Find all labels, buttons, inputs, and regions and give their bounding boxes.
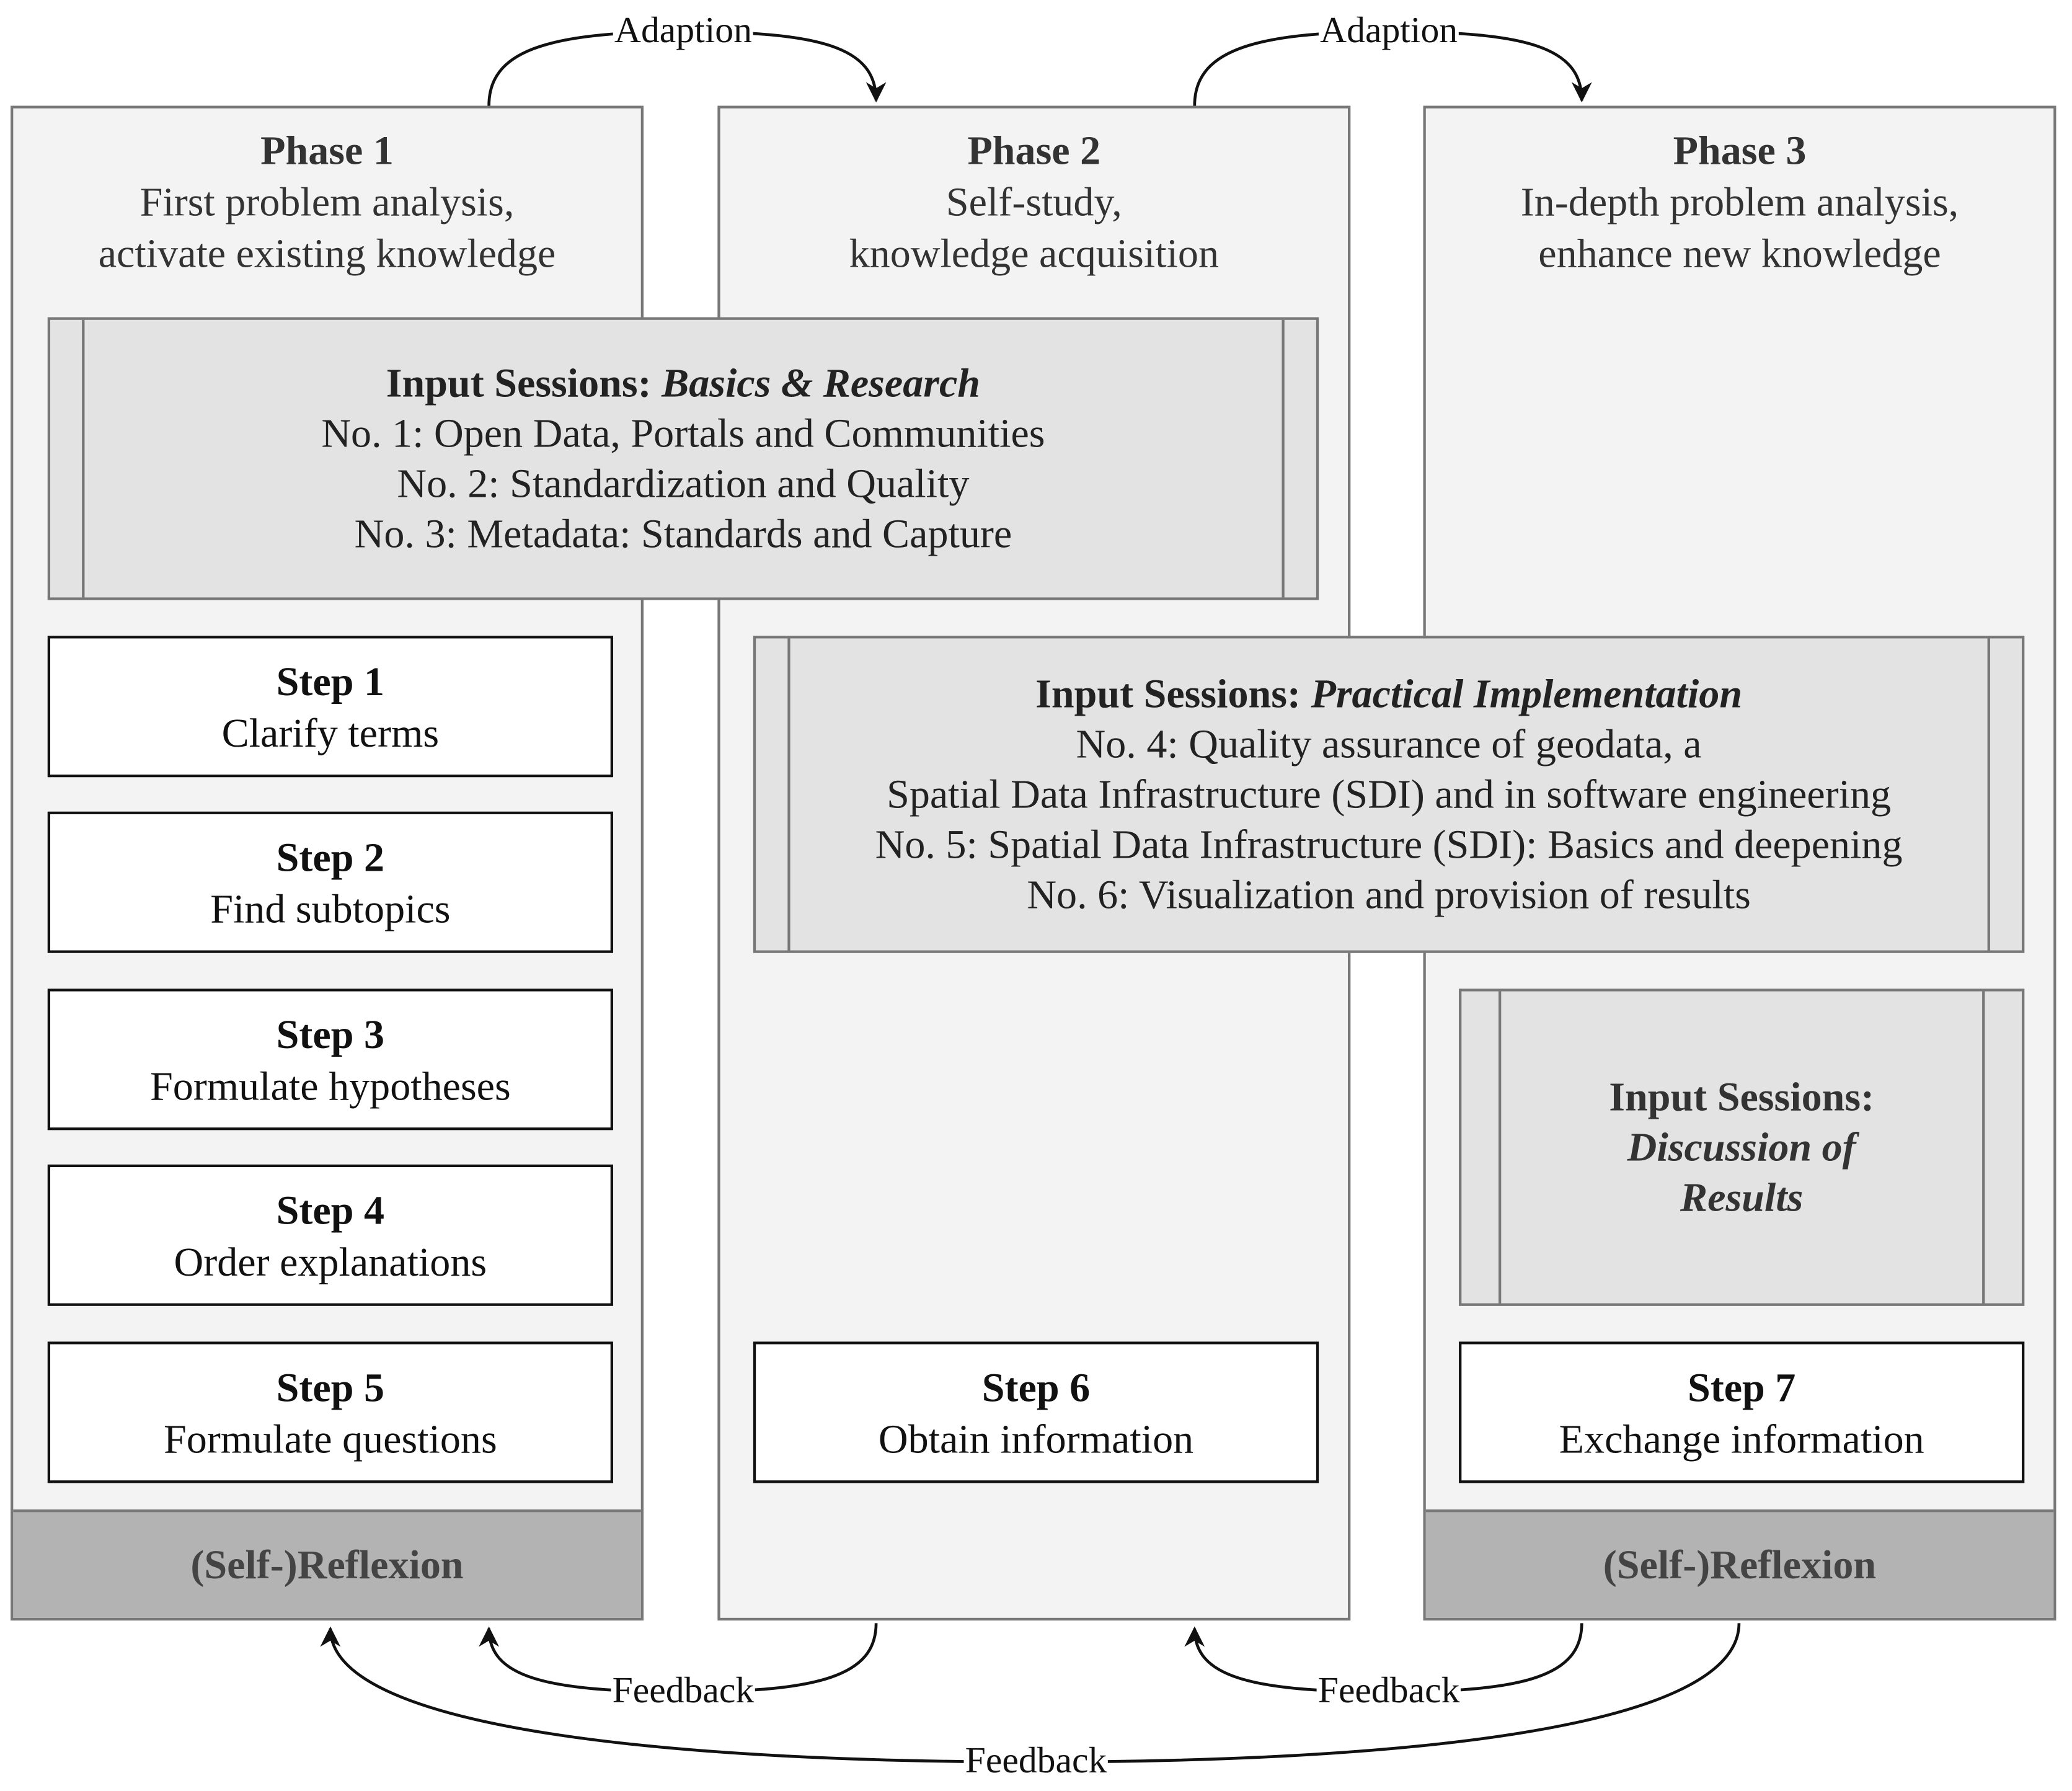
feedback-label-2: Feedback xyxy=(1316,1671,1461,1712)
adaption-label-1: Adaption xyxy=(613,11,754,52)
diagram: Phase 1 First problem analysis, activate… xyxy=(0,0,2072,1791)
feedback-label-3: Feedback xyxy=(963,1741,1109,1782)
feedback-label-1: Feedback xyxy=(611,1671,756,1712)
adaption-label-2: Adaption xyxy=(1318,11,1459,52)
arrows-layer xyxy=(320,30,1741,1764)
